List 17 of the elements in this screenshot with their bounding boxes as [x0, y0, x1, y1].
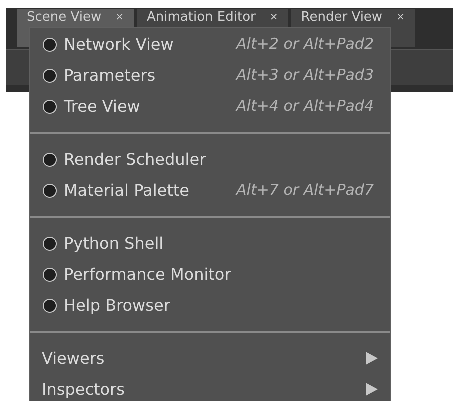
shortcut-label: Alt+4 or Alt+Pad4	[236, 96, 374, 118]
shortcut-label: Alt+3 or Alt+Pad3	[236, 65, 374, 86]
shortcut-label: Alt+7 or Alt+Pad7	[236, 180, 374, 202]
tab-label: Scene View	[27, 10, 102, 26]
item-label: Tree View	[64, 96, 140, 118]
item-label: Python Shell	[64, 232, 164, 254]
item-label: Render Scheduler	[64, 148, 206, 170]
item-label: Help Browser	[64, 294, 170, 316]
item-label: Parameters	[64, 64, 156, 86]
shortcut-label: Alt+2 or Alt+Pad2	[236, 34, 374, 56]
item-label: Viewers	[42, 348, 105, 370]
item-label: Network View	[64, 34, 174, 56]
item-label: Inspectors	[42, 378, 125, 400]
item-label: Material Palette	[64, 180, 190, 202]
tab-label: Animation Editor	[147, 10, 256, 26]
tab-label: Render View	[301, 10, 383, 26]
item-label: Performance Monitor	[64, 264, 232, 286]
